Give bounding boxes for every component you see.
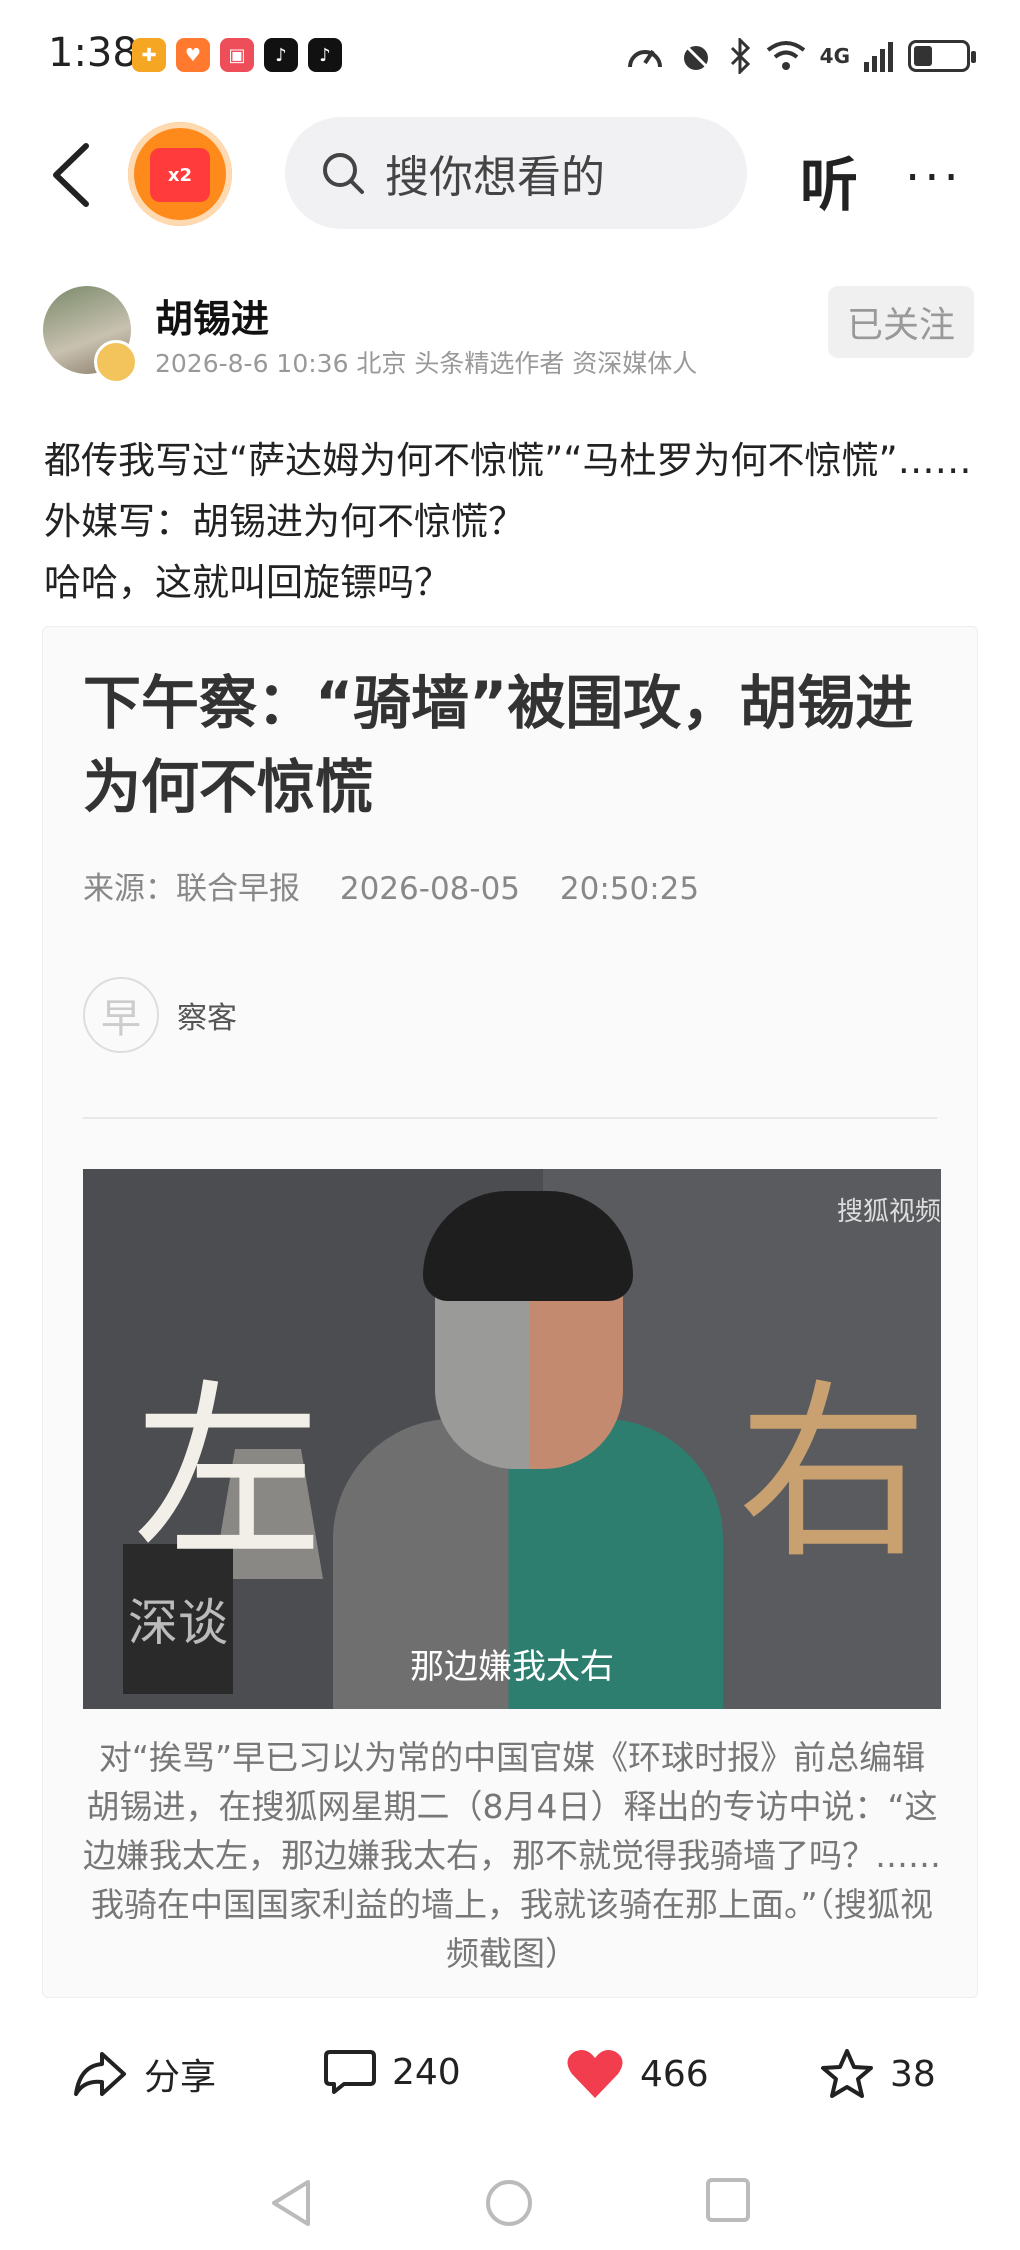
embedded-article-image[interactable]: 下午察：“骑墙”被围攻，胡锡进为何不惊慌 来源：联合早报 2026-08-05 … bbox=[42, 626, 978, 1998]
notification-icons: ✚ ♥ ▣ ♪ ♪ bbox=[132, 38, 342, 72]
tiktok-icon: ♪ bbox=[308, 38, 342, 72]
star-icon bbox=[821, 2049, 873, 2098]
divider bbox=[83, 1117, 937, 1119]
follow-button[interactable]: 已关注 bbox=[828, 286, 974, 358]
share-button[interactable]: 分享 bbox=[72, 2048, 216, 2100]
more-menu-button[interactable]: ··· bbox=[905, 150, 963, 206]
system-status: 4G bbox=[626, 38, 976, 74]
zaobao-logo: 早 bbox=[83, 977, 159, 1053]
article-title: 下午察：“骑墙”被围攻，胡锡进为何不惊慌 bbox=[83, 669, 914, 821]
photo-subtitle: 那边嫌我太右 bbox=[410, 1647, 614, 1687]
app-notification-icon: ✚ bbox=[132, 38, 166, 72]
app-notification-icon: ▣ bbox=[220, 38, 254, 72]
favorite-button[interactable]: 38 bbox=[820, 2048, 936, 2100]
photo-caption: 对“挨骂”早已习以为常的中国官媒《环球时报》前总编辑胡锡进，在搜狐网星期二（8月… bbox=[83, 1738, 941, 1973]
post-text: 都传我写过“萨达姆为何不惊慌”“马杜罗为何不惊慌”……外媒写：胡锡进为何不惊慌？… bbox=[44, 439, 972, 604]
wifi-icon bbox=[766, 41, 805, 70]
article-datetime: 2026-08-05 20:50:25 bbox=[339, 871, 700, 907]
red-packet-icon: x2 bbox=[150, 148, 210, 202]
photo-left-char: 左 bbox=[133, 1363, 324, 1584]
battery-level bbox=[914, 46, 932, 66]
video-screenshot: 深谈 左 右 搜狐视频 那边嫌我太右 bbox=[83, 1169, 941, 1709]
nav-recents-square-icon[interactable] bbox=[704, 2176, 752, 2224]
alarm-icon bbox=[680, 40, 711, 72]
listen-button[interactable]: 听 bbox=[800, 138, 858, 222]
battery-icon bbox=[908, 40, 976, 72]
favorite-count: 38 bbox=[890, 2053, 936, 2095]
status-time: 1:38 bbox=[48, 30, 138, 76]
column-name: 察客 bbox=[177, 1001, 237, 1036]
search-input[interactable]: 搜你想看的 bbox=[285, 117, 747, 229]
photo-right-char: 右 bbox=[738, 1363, 929, 1584]
share-label: 分享 bbox=[144, 2057, 217, 2098]
comment-icon bbox=[324, 2050, 376, 2094]
author-meta: 2026-8-6 10:36 北京 头条精选作者 资深媒体人 bbox=[155, 349, 698, 378]
like-button[interactable]: 466 bbox=[566, 2048, 709, 2100]
reward-coin-button[interactable]: x2 bbox=[128, 122, 232, 226]
speedometer-icon bbox=[627, 49, 662, 68]
verified-badge-icon bbox=[94, 340, 138, 384]
photo-watermark: 搜狐视频 bbox=[836, 1197, 941, 1227]
action-bar: 分享 240 466 38 bbox=[0, 2026, 1020, 2126]
system-nav-bar bbox=[0, 2150, 1020, 2250]
signal-icon bbox=[864, 42, 893, 72]
comment-button[interactable]: 240 bbox=[324, 2048, 461, 2096]
network-type: 4G bbox=[819, 44, 850, 68]
taobao-notification-icon: ♥ bbox=[176, 38, 210, 72]
tiktok-icon: ♪ bbox=[264, 38, 298, 72]
comment-count: 240 bbox=[392, 2051, 461, 2093]
like-count: 466 bbox=[640, 2053, 709, 2095]
search-placeholder: 搜你想看的 bbox=[385, 152, 605, 203]
share-icon bbox=[74, 2052, 126, 2096]
nav-back-triangle-icon[interactable] bbox=[268, 2178, 314, 2228]
author-name[interactable]: 胡锡进 bbox=[155, 288, 269, 343]
article-meta: 来源：联合早报 2026-08-05 20:50:25 bbox=[83, 863, 699, 908]
article-source: 来源：联合早报 bbox=[83, 871, 300, 907]
back-arrow-icon[interactable] bbox=[46, 140, 96, 210]
bluetooth-icon bbox=[730, 38, 750, 74]
nav-home-circle-icon[interactable] bbox=[484, 2178, 534, 2228]
heart-icon bbox=[567, 2050, 623, 2098]
search-icon bbox=[323, 153, 364, 194]
